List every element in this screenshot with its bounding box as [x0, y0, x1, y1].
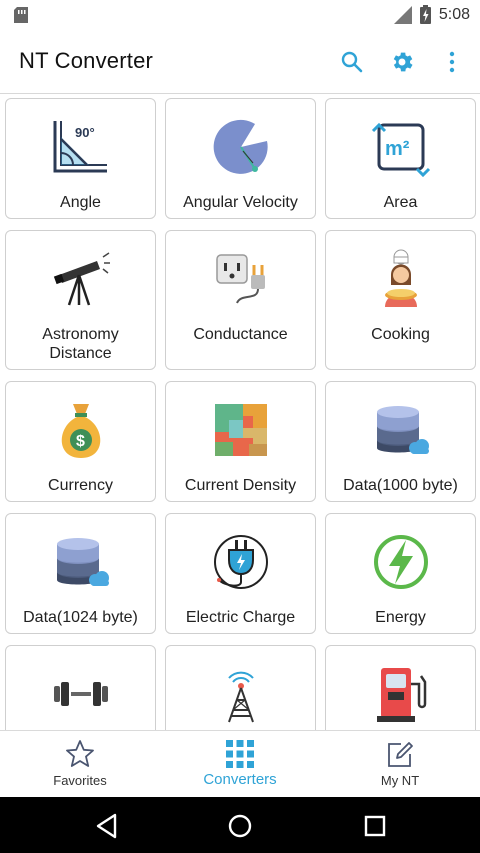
converter-label: Conductance	[193, 326, 288, 343]
nav-favorites[interactable]: Favorites	[0, 731, 160, 798]
lightning-icon	[373, 535, 428, 589]
converter-label: Angular Velocity	[183, 194, 298, 211]
home-icon[interactable]	[225, 811, 255, 841]
converter-tile-current-density[interactable]: Current Density	[165, 381, 316, 502]
converter-tile-energy[interactable]: Energy	[325, 513, 476, 634]
telescope-icon	[53, 252, 110, 306]
converter-tile-astronomy-distance[interactable]: Astronomy Distance	[5, 230, 156, 370]
converter-tile-radio-tower[interactable]	[165, 645, 316, 730]
app-bar: NT Converter	[0, 30, 480, 94]
angle-badge: 90°	[75, 125, 95, 140]
converter-label: Area	[383, 194, 418, 211]
currency-badge: $	[76, 433, 85, 450]
fuel-pump-icon	[376, 668, 426, 722]
converter-tile-fuel[interactable]	[325, 645, 476, 730]
converter-label: Angle	[60, 194, 101, 211]
converter-tile-currency[interactable]: $ Currency	[5, 381, 156, 502]
converter-tile-data-1024[interactable]: Data(1024 byte)	[5, 513, 156, 634]
converter-label: Cooking	[371, 326, 430, 343]
nav-label: Converters	[203, 771, 277, 788]
database-cloud-icon	[376, 406, 429, 454]
search-icon	[341, 51, 363, 73]
dumbbell-icon	[53, 682, 108, 706]
app-title: NT Converter	[19, 48, 154, 73]
converter-label: Current Density	[184, 477, 297, 494]
bottom-navigation: Favorites Converters My NT	[0, 730, 480, 797]
radio-tower-icon	[227, 671, 254, 723]
gear-icon	[393, 52, 413, 72]
converter-tile-conductance[interactable]: Conductance	[165, 230, 316, 370]
database-cloud-icon	[56, 538, 109, 586]
angle-icon: 90°	[53, 121, 107, 173]
converter-label: Astronomy Distance	[42, 326, 119, 362]
converter-tile-dumbbell[interactable]	[5, 645, 156, 730]
overflow-menu-button[interactable]	[436, 46, 468, 78]
star-icon	[66, 740, 94, 767]
signal-icon	[393, 5, 412, 24]
sim-card-icon	[14, 7, 28, 23]
converter-grid: 90° Angle Angular Velocity m² Area Astro…	[0, 96, 480, 730]
converter-label: Currency	[48, 477, 113, 494]
converter-label: Data(1000 byte)	[343, 477, 458, 494]
area-badge: m²	[385, 138, 410, 160]
converter-tile-area[interactable]: m² Area	[325, 98, 476, 219]
recents-icon[interactable]	[360, 811, 390, 841]
settings-button[interactable]	[386, 46, 418, 78]
converter-label: Energy	[375, 609, 426, 626]
grid-icon	[226, 740, 254, 768]
converter-tile-angle[interactable]: 90° Angle	[5, 98, 156, 219]
converter-label: Data(1024 byte)	[23, 609, 138, 626]
search-button[interactable]	[336, 46, 368, 78]
nav-converters[interactable]: Converters	[160, 731, 320, 798]
status-bar: 5:08	[0, 0, 480, 30]
more-vert-icon	[449, 51, 455, 73]
converter-tile-electric-charge[interactable]: Electric Charge	[165, 513, 316, 634]
map-density-icon	[214, 404, 267, 456]
nav-label: My NT	[380, 773, 420, 788]
clock: 5:08	[438, 5, 470, 23]
converter-tile-cooking[interactable]: Cooking	[325, 230, 476, 370]
system-navigation-bar	[0, 797, 480, 853]
edit-note-icon	[388, 742, 413, 767]
chef-icon	[384, 249, 417, 307]
battery-icon	[419, 5, 431, 24]
money-bag-icon: $	[61, 404, 100, 458]
back-icon[interactable]	[92, 811, 122, 841]
nav-my-nt[interactable]: My NT	[320, 731, 480, 798]
power-outlet-icon	[215, 254, 265, 304]
angular-velocity-icon	[213, 119, 268, 174]
converter-tile-data-1000[interactable]: Data(1000 byte)	[325, 381, 476, 502]
converter-tile-angular-velocity[interactable]: Angular Velocity	[165, 98, 316, 219]
area-icon: m²	[371, 122, 430, 177]
converter-label: Electric Charge	[185, 609, 296, 626]
plug-icon	[213, 535, 268, 589]
nav-label: Favorites	[53, 773, 107, 788]
